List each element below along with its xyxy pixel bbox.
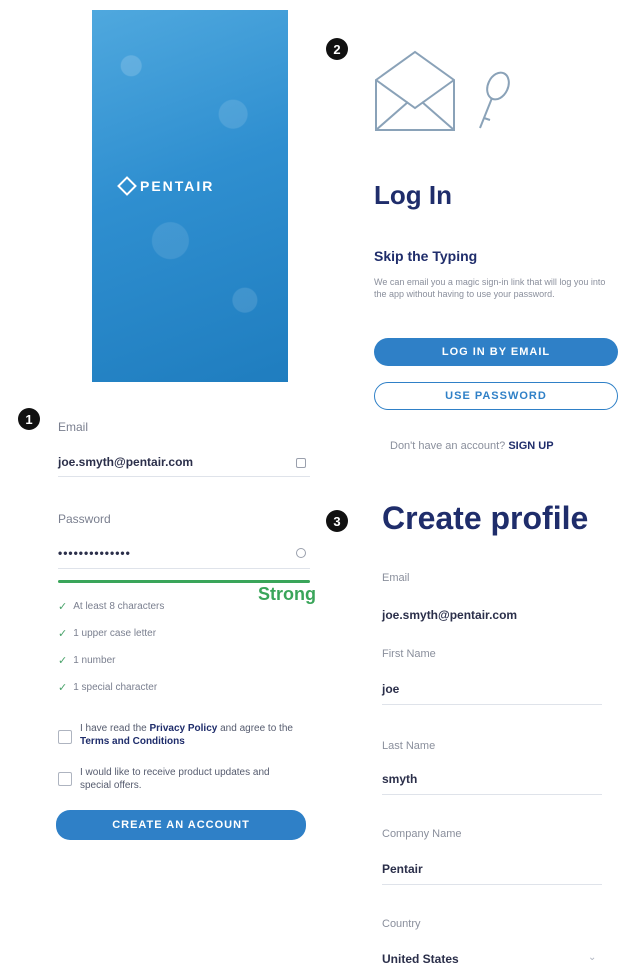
login-title: Log In: [374, 180, 452, 210]
splash-screen: PENTAIR: [92, 10, 288, 382]
email-underline: [58, 476, 310, 477]
login-illustration: [375, 50, 510, 131]
email-label: Email: [58, 420, 89, 434]
password-label: Password: [58, 512, 111, 526]
profile-email-field[interactable]: joe.smyth@pentair.com: [382, 608, 517, 622]
country-label: Country: [382, 918, 421, 930]
company-name-label: Company Name: [382, 828, 462, 840]
envelope-icon: [375, 50, 455, 131]
agree-terms-checkbox[interactable]: [58, 730, 72, 744]
rule-item: ✓ 1 special character: [58, 682, 158, 694]
offers-text: I would like to receive product updates …: [80, 767, 270, 791]
create-account-button[interactable]: CREATE AN ACCOUNT: [56, 810, 306, 840]
skip-typing-description: We can email you a magic sign-in link th…: [374, 277, 606, 299]
first-name-field[interactable]: joe: [382, 682, 399, 696]
check-icon: ✓: [58, 655, 68, 667]
strength-label: Strong: [258, 584, 316, 604]
rule-item: ✓ 1 number: [58, 655, 116, 667]
terms-link[interactable]: Terms and Conditions: [80, 736, 185, 747]
company-name-underline: [382, 884, 602, 885]
last-name-field[interactable]: smyth: [382, 772, 417, 786]
pentair-logo-icon: [117, 176, 137, 196]
email-field[interactable]: joe.smyth@pentair.com: [58, 455, 193, 469]
eye-icon[interactable]: [296, 548, 306, 558]
agree-terms-text: I have read the Privacy Policy and agree…: [80, 723, 293, 747]
offers-checkbox[interactable]: [58, 772, 72, 786]
first-name-underline: [382, 704, 602, 705]
password-underline: [58, 568, 310, 569]
strength-meter: [58, 580, 310, 583]
clear-icon[interactable]: [296, 458, 306, 468]
last-name-underline: [382, 794, 602, 795]
check-icon: ✓: [58, 682, 68, 694]
password-rules: ✓ At least 8 characters ✓ 1 upper case let…: [58, 600, 164, 694]
key-icon: [479, 71, 510, 129]
check-icon: ✓: [58, 628, 68, 640]
login-by-email-button[interactable]: LOG IN BY EMAIL: [374, 338, 618, 366]
profile-email-label: Email: [382, 572, 410, 584]
step-badge-3: 3: [326, 510, 348, 532]
company-name-field[interactable]: Pentair: [382, 862, 423, 876]
signup-link[interactable]: SIGN UP: [508, 440, 553, 452]
step-badge-1: 1: [18, 408, 40, 430]
pentair-logo: PENTAIR: [117, 176, 215, 196]
last-name-label: Last Name: [382, 740, 436, 752]
rule-item: ✓ At least 8 characters: [58, 601, 165, 613]
create-profile-title: Create profile: [382, 500, 589, 536]
step-badge-2: 2: [326, 38, 348, 60]
country-select[interactable]: United States: [382, 952, 459, 966]
brand-name: PENTAIR: [140, 178, 215, 194]
signup-prompt: Don't have an account? SIGN UP: [390, 440, 554, 452]
chevron-down-icon[interactable]: ⌄: [588, 952, 596, 963]
password-field[interactable]: ••••••••••••••: [58, 546, 131, 560]
skip-typing-title: Skip the Typing: [374, 248, 478, 264]
privacy-policy-link[interactable]: Privacy Policy: [150, 723, 218, 734]
rule-item: ✓ 1 upper case letter: [58, 628, 157, 640]
use-password-button[interactable]: USE PASSWORD: [374, 382, 618, 410]
first-name-label: First Name: [382, 648, 436, 660]
check-icon: ✓: [58, 601, 68, 613]
